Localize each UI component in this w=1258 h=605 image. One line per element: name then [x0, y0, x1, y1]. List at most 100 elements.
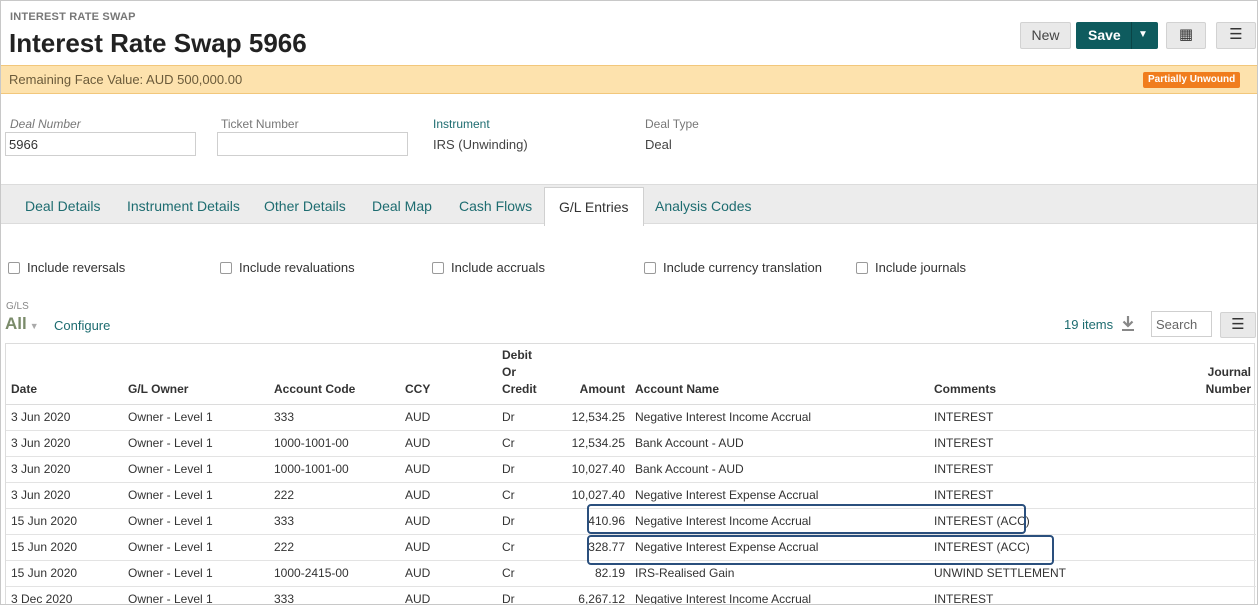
cell-gl-owner: Owner - Level 1 — [123, 508, 269, 535]
cell-amount: 410.96 — [559, 508, 630, 535]
cell-gl-owner: Owner - Level 1 — [123, 560, 269, 587]
search-input[interactable] — [1151, 311, 1212, 337]
header-line: Or — [502, 364, 517, 379]
cell-account-code: 1000-2415-00 — [269, 560, 400, 587]
column-header-amount[interactable]: Amount — [559, 344, 630, 405]
item-count: 19 items — [1064, 317, 1114, 332]
cell-journal-number — [1194, 404, 1256, 431]
page-kicker: INTEREST RATE SWAP — [10, 11, 136, 23]
download-icon[interactable] — [1119, 314, 1137, 332]
checkbox-box[interactable] — [644, 261, 656, 274]
include-journals-checkbox[interactable]: Include journals — [856, 260, 966, 275]
cell-date: 3 Jun 2020 — [6, 430, 123, 457]
cell-journal-number — [1194, 456, 1256, 483]
cell-account-name: Negative Interest Income Accrual — [630, 404, 929, 431]
cell-account-code: 222 — [269, 482, 400, 509]
column-header-debit-or-credit[interactable]: Debit Or Credit — [497, 344, 559, 405]
cell-ccy: AUD — [400, 404, 497, 431]
cell-ccy: AUD — [400, 482, 497, 509]
cell-debit-or-credit: Cr — [497, 430, 559, 457]
tab-cash-flows[interactable]: Cash Flows — [459, 198, 532, 214]
tab-other-details[interactable]: Other Details — [264, 198, 346, 214]
configure-link[interactable]: Configure — [54, 318, 110, 333]
ticket-number-field[interactable] — [217, 132, 408, 156]
gls-section-label: G/LS — [6, 301, 29, 312]
checkbox-box[interactable] — [8, 261, 20, 274]
cell-ccy: AUD — [400, 456, 497, 483]
column-header-account-name[interactable]: Account Name — [630, 344, 929, 405]
table-row[interactable]: 15 Jun 2020 Owner - Level 1 333 AUD Dr 410.96… — [6, 508, 1256, 535]
face-value-banner: Remaining Face Value: AUD 500,000.00 Par… — [1, 65, 1257, 94]
view-dropdown-label: All — [5, 314, 27, 333]
checkbox-box[interactable] — [220, 261, 232, 274]
header-line: Journal — [1207, 364, 1251, 379]
menu-icon: ☰ — [1231, 316, 1245, 333]
column-header-account-code[interactable]: Account Code — [269, 344, 400, 405]
table-row[interactable]: 3 Jun 2020 Owner - Level 1 333 AUD Dr 12,534.… — [6, 404, 1256, 431]
chevron-down-icon[interactable]: ▼ — [1138, 29, 1148, 40]
cell-comments: INTEREST — [929, 482, 1194, 509]
checkbox-box[interactable] — [856, 261, 868, 274]
include-currency-translation-checkbox[interactable]: Include currency translation — [644, 260, 822, 275]
checkbox-box[interactable] — [432, 261, 444, 274]
cell-comments: UNWIND SETTLEMENT — [929, 560, 1194, 587]
cell-account-code: 333 — [269, 404, 400, 431]
include-revaluations-checkbox[interactable]: Include revaluations — [220, 260, 355, 275]
table-row[interactable]: 3 Jun 2020 Owner - Level 1 1000-1001-00 AUD… — [6, 456, 1256, 483]
column-header-comments[interactable]: Comments — [929, 344, 1194, 405]
cell-ccy: AUD — [400, 586, 497, 604]
page-title: Interest Rate Swap 5966 — [9, 28, 307, 58]
cell-ccy: AUD — [400, 508, 497, 535]
include-reversals-checkbox[interactable]: Include reversals — [8, 260, 125, 275]
cell-account-code: 1000-1001-00 — [269, 430, 400, 457]
include-revaluations-label: Include revaluations — [239, 260, 355, 275]
cell-amount: 6,267.12 — [559, 586, 630, 604]
column-header-date[interactable]: Date — [6, 344, 123, 405]
page-menu-button[interactable]: ☰ — [1216, 22, 1256, 49]
table-row[interactable]: 3 Dec 2020 Owner - Level 1 333 AUD Dr 6,267.1… — [6, 586, 1256, 604]
tab-gl-entries[interactable]: G/L Entries — [544, 187, 644, 226]
cell-debit-or-credit: Dr — [497, 404, 559, 431]
tab-instrument-details[interactable]: Instrument Details — [127, 198, 240, 214]
new-button[interactable]: New — [1020, 22, 1071, 49]
cell-date: 3 Jun 2020 — [6, 404, 123, 431]
cell-amount: 10,027.40 — [559, 456, 630, 483]
table-row[interactable]: 3 Jun 2020 Owner - Level 1 1000-1001-00 AUD… — [6, 430, 1256, 457]
cell-gl-owner: Owner - Level 1 — [123, 482, 269, 509]
deal-number-field[interactable]: 5966 — [5, 132, 196, 156]
gl-entries-table: Date G/L Owner Account Code CCY Debit Or… — [5, 343, 1256, 604]
column-header-gl-owner[interactable]: G/L Owner — [123, 344, 269, 405]
cell-gl-owner: Owner - Level 1 — [123, 404, 269, 431]
instrument-label[interactable]: Instrument — [433, 117, 490, 131]
save-button-label: Save — [1088, 27, 1121, 43]
tab-deal-map[interactable]: Deal Map — [372, 198, 432, 214]
list-options-button[interactable]: ☰ — [1220, 312, 1256, 338]
include-currency-translation-label: Include currency translation — [663, 260, 822, 275]
grid-view-button[interactable]: ▦ — [1166, 22, 1206, 49]
include-accruals-label: Include accruals — [451, 260, 545, 275]
tab-deal-details[interactable]: Deal Details — [25, 198, 100, 214]
cell-amount: 82.19 — [559, 560, 630, 587]
menu-icon: ☰ — [1229, 26, 1243, 43]
cell-journal-number — [1194, 560, 1256, 587]
tab-bar: Deal Details Instrument Details Other De… — [1, 184, 1257, 226]
cell-comments: INTEREST (ACC) — [929, 508, 1194, 535]
grid-icon: ▦ — [1178, 26, 1194, 43]
tab-analysis-codes[interactable]: Analysis Codes — [655, 198, 752, 214]
deal-type-label: Deal Type — [645, 117, 699, 131]
include-accruals-checkbox[interactable]: Include accruals — [432, 260, 545, 275]
table-row[interactable]: 3 Jun 2020 Owner - Level 1 222 AUD Cr 10,027.… — [6, 482, 1256, 509]
column-header-ccy[interactable]: CCY — [400, 344, 497, 405]
cell-debit-or-credit: Cr — [497, 560, 559, 587]
cell-date: 3 Dec 2020 — [6, 586, 123, 604]
cell-amount: 12,534.25 — [559, 430, 630, 457]
table-row[interactable]: 15 Jun 2020 Owner - Level 1 1000-2415-00 AU… — [6, 560, 1256, 587]
cell-debit-or-credit: Cr — [497, 534, 559, 561]
cell-comments: INTEREST — [929, 430, 1194, 457]
save-button[interactable]: Save ▼ — [1076, 22, 1158, 49]
cell-ccy: AUD — [400, 430, 497, 457]
cell-comments: INTEREST — [929, 456, 1194, 483]
column-header-journal-number[interactable]: Journal Number — [1194, 344, 1256, 405]
view-dropdown[interactable]: All ▼ — [5, 314, 39, 334]
table-row[interactable]: 15 Jun 2020 Owner - Level 1 222 AUD Cr 328.77… — [6, 534, 1256, 561]
